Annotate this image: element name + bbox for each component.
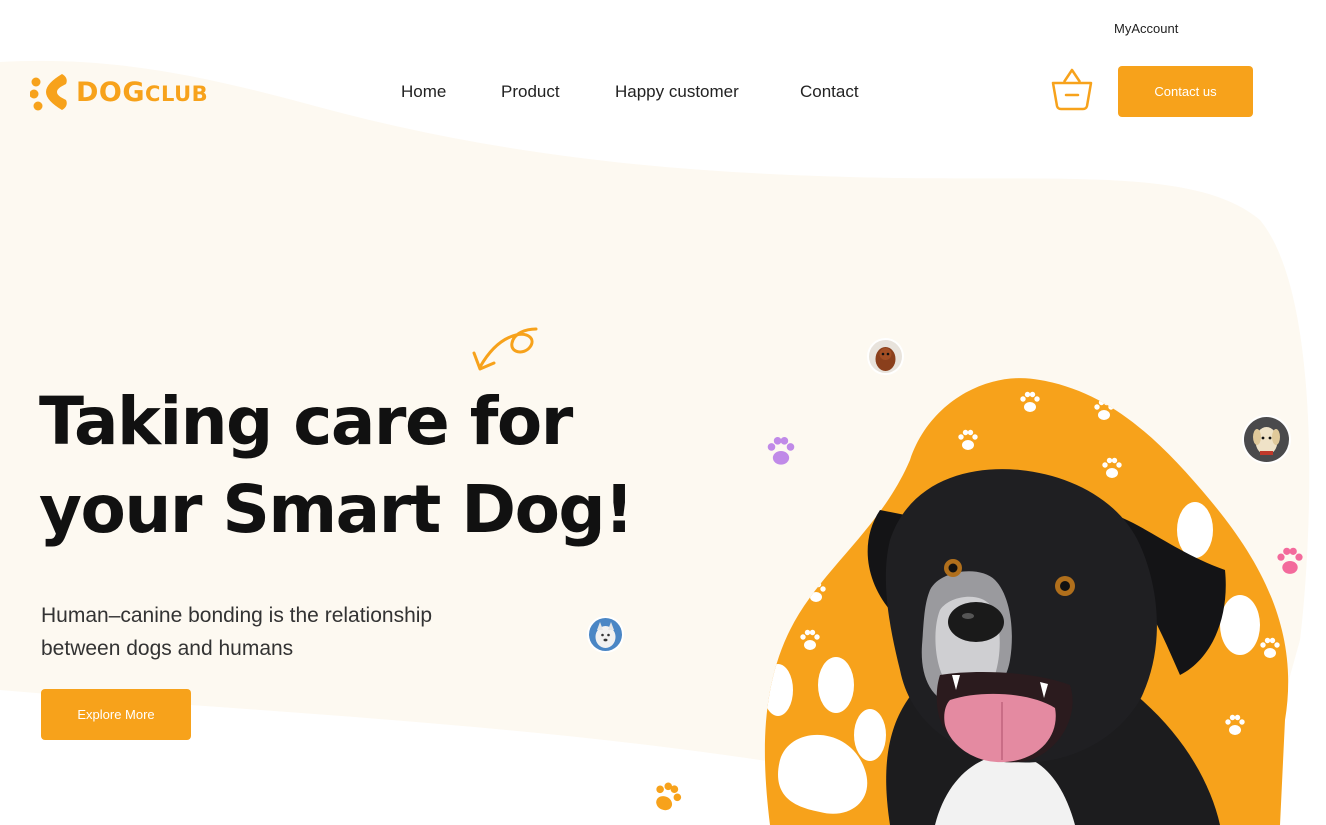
- dog-avatar-brown: [869, 340, 902, 373]
- logo[interactable]: DOGCLUB: [30, 70, 208, 114]
- hero-title: Taking care for your Smart Dog!: [39, 378, 634, 554]
- contact-us-button[interactable]: Contact us: [1118, 66, 1253, 117]
- paw-icon-pink: [1277, 547, 1303, 574]
- basket-icon[interactable]: [1049, 66, 1095, 112]
- hero-dog-illustration: [764, 378, 1289, 825]
- logo-text: DOGCLUB: [76, 77, 208, 108]
- hero-title-line-1: Taking care for: [39, 383, 573, 460]
- paw-icon-orange: [656, 782, 682, 811]
- nav-happy-customer[interactable]: Happy customer: [615, 82, 739, 102]
- dog-avatar-husky: [589, 618, 622, 651]
- avatar: [589, 618, 622, 651]
- logo-word-club: CLUB: [145, 81, 209, 106]
- dog-avatar-cream: [1244, 417, 1289, 462]
- nav-home[interactable]: Home: [401, 82, 446, 102]
- avatar: [1244, 417, 1289, 462]
- hero-title-line-2: your Smart Dog!: [39, 471, 634, 548]
- hero-subtitle: Human–canine bonding is the relationship…: [41, 604, 433, 660]
- explore-more-button[interactable]: Explore More: [41, 689, 191, 740]
- logo-paw-icon: [30, 74, 67, 111]
- nav-product[interactable]: Product: [501, 82, 560, 102]
- my-account-link[interactable]: MyAccount: [1114, 21, 1178, 36]
- avatar: [869, 340, 902, 373]
- paw-icon-purple: [767, 437, 795, 465]
- arrow-doodle-icon: [472, 327, 538, 371]
- nav-contact[interactable]: Contact: [800, 82, 859, 102]
- logo-word-dog: DOG: [76, 76, 146, 108]
